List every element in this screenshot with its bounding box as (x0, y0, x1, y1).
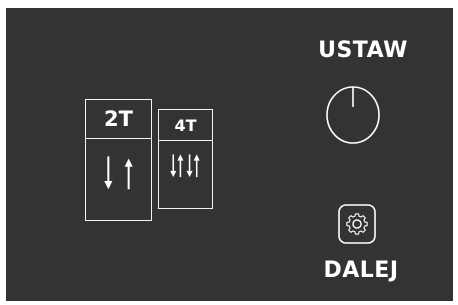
mode-2t-button[interactable]: 2T (85, 99, 152, 221)
welder-display: 2T 4T USTAW DALEJ (6, 8, 453, 301)
arrows-down-up-icon (86, 138, 151, 220)
gear-icon[interactable] (338, 204, 376, 244)
set-label: USTAW (318, 38, 408, 63)
next-label[interactable]: DALEJ (296, 258, 426, 283)
mode-4t-label: 4T (159, 110, 212, 141)
mode-4t-button[interactable]: 4T (158, 109, 213, 209)
arrows-double-down-up-icon (159, 140, 212, 208)
mode-2t-label: 2T (86, 100, 151, 139)
dial-knob-icon[interactable] (324, 80, 382, 144)
